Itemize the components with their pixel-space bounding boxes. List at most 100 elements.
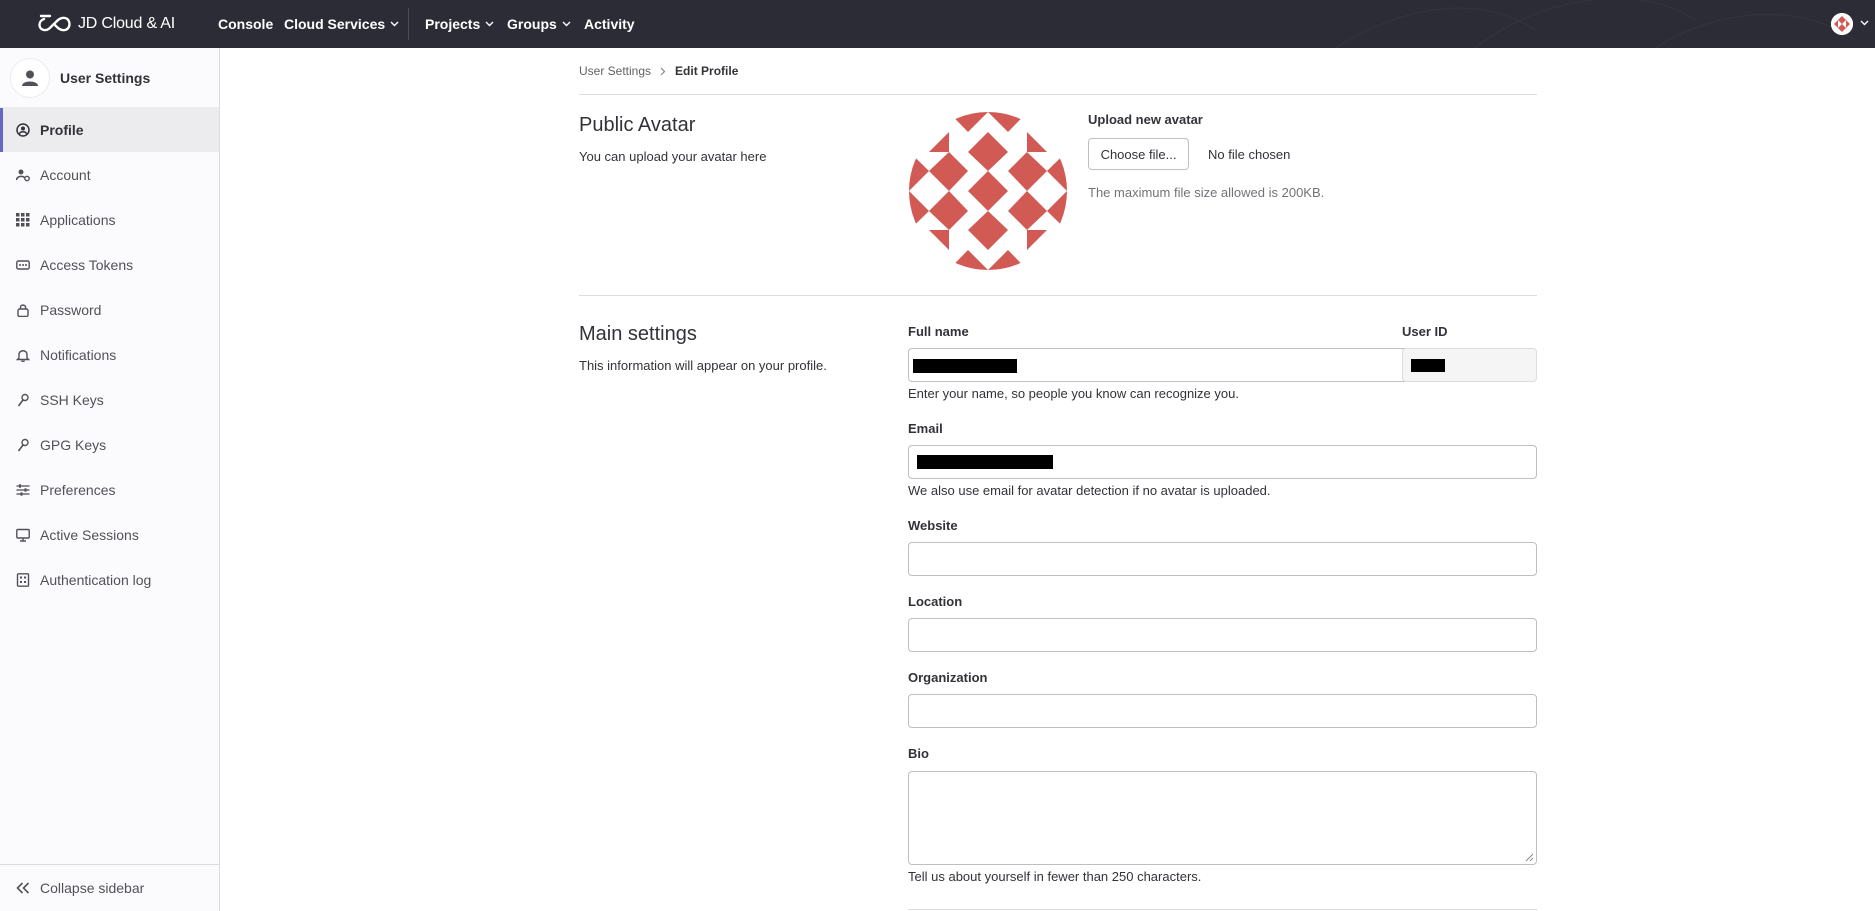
- user-avatar-menu[interactable]: [1831, 13, 1853, 35]
- organization-input[interactable]: [908, 694, 1537, 728]
- chevron-down-icon: [562, 21, 571, 27]
- redacted-value: [917, 455, 1053, 469]
- resize-handle-icon[interactable]: [1524, 852, 1534, 862]
- nav-cloud-services[interactable]: Cloud Services: [284, 0, 399, 48]
- choose-file-button[interactable]: Choose file...: [1088, 138, 1189, 170]
- key-icon: [16, 438, 30, 452]
- identicon-image: [909, 112, 1067, 270]
- sidebar-item-label: Access Tokens: [40, 257, 134, 273]
- sidebar-item-notifications[interactable]: Notifications: [0, 333, 219, 377]
- location-label: Location: [908, 594, 963, 609]
- sidebar-item-label: Notifications: [40, 347, 117, 363]
- nav-groups[interactable]: Groups: [507, 0, 571, 48]
- sliders-icon: [16, 483, 30, 497]
- collapse-sidebar-button[interactable]: Collapse sidebar: [0, 864, 219, 911]
- bio-label: Bio: [908, 746, 929, 761]
- email-input[interactable]: [908, 445, 1537, 479]
- sidebar-item-password[interactable]: Password: [0, 288, 219, 332]
- breadcrumb-parent[interactable]: User Settings: [579, 64, 651, 78]
- location-input[interactable]: [908, 618, 1537, 652]
- sidebar-item-label: Applications: [40, 212, 116, 228]
- token-icon: [16, 258, 30, 272]
- nav-groups-label: Groups: [507, 16, 557, 32]
- lock-icon: [16, 303, 30, 317]
- log-icon: [16, 573, 30, 587]
- nav-activity-label: Activity: [584, 16, 635, 32]
- user-id-field: [1402, 348, 1537, 382]
- bell-icon: [16, 348, 30, 362]
- user-id-label: User ID: [1402, 324, 1448, 339]
- sidebar-item-label: Active Sessions: [40, 527, 139, 543]
- sidebar-item-label: GPG Keys: [40, 437, 107, 453]
- brand-logo-icon: [38, 14, 71, 32]
- sidebar-item-active-sessions[interactable]: Active Sessions: [0, 513, 219, 557]
- chevron-down-icon: [1860, 20, 1869, 26]
- bio-help: Tell us about yourself in fewer than 250…: [908, 869, 1202, 884]
- sidebar-item-profile[interactable]: Profile: [0, 108, 219, 152]
- key-icon: [16, 393, 30, 407]
- top-navbar: JD Cloud & AI Console Cloud Services Pro…: [0, 0, 1875, 48]
- nav-cloud-services-label: Cloud Services: [284, 16, 386, 32]
- sidebar-title: User Settings: [60, 69, 151, 86]
- sidebar-item-label: SSH Keys: [40, 392, 104, 408]
- applications-icon: [16, 213, 30, 227]
- profile-icon: [16, 123, 30, 137]
- sidebar-item-label: Preferences: [40, 482, 116, 498]
- settings-sidebar: User Settings Profile Account Applicatio…: [0, 48, 220, 911]
- divider: [579, 295, 1537, 296]
- brand-logo[interactable]: JD Cloud & AI: [36, 10, 175, 38]
- background-pattern: [1334, 0, 1856, 48]
- brand-name: JD Cloud & AI: [78, 15, 176, 32]
- sidebar-item-gpg-keys[interactable]: GPG Keys: [0, 423, 219, 467]
- redacted-value: [913, 359, 1017, 373]
- chevron-down-icon: [390, 21, 399, 27]
- file-status: No file chosen: [1208, 147, 1291, 162]
- full-name-label: Full name: [908, 324, 969, 339]
- sidebar-item-label: Account: [40, 167, 91, 183]
- divider: [579, 94, 1537, 95]
- nav-projects-label: Projects: [425, 16, 481, 32]
- sidebar-item-ssh-keys[interactable]: SSH Keys: [0, 378, 219, 422]
- account-icon: [16, 168, 30, 182]
- sidebar-item-preferences[interactable]: Preferences: [0, 468, 219, 512]
- nav-activity[interactable]: Activity: [584, 0, 635, 48]
- main-settings-description: This information will appear on your pro…: [579, 358, 827, 373]
- sidebar-item-label: Password: [40, 302, 102, 318]
- sidebar-item-authentication-log[interactable]: Authentication log: [0, 558, 219, 602]
- full-name-input[interactable]: [908, 348, 1473, 382]
- nav-projects[interactable]: Projects: [425, 0, 494, 48]
- bio-textarea[interactable]: [908, 771, 1537, 865]
- chevron-right-icon: [660, 67, 666, 75]
- sidebar-item-label: Authentication log: [40, 572, 152, 588]
- user-icon-circle: [10, 57, 50, 98]
- nav-console-label: Console: [218, 16, 274, 32]
- divider: [908, 909, 1537, 910]
- breadcrumb: User Settings Edit Profile: [579, 64, 738, 78]
- email-label: Email: [908, 421, 943, 436]
- avatar-section-title: Public Avatar: [579, 114, 696, 136]
- monitor-icon: [16, 528, 30, 542]
- sidebar-item-label: Profile: [40, 122, 84, 138]
- nav-divider: [408, 8, 409, 40]
- redacted-value: [1411, 359, 1445, 372]
- chevron-down-icon: [485, 21, 494, 27]
- sidebar-header[interactable]: User Settings: [0, 48, 219, 108]
- avatar: [1831, 13, 1853, 35]
- sidebar-item-account[interactable]: Account: [0, 153, 219, 197]
- organization-label: Organization: [908, 670, 988, 685]
- max-file-size-note: The maximum file size allowed is 200KB.: [1088, 185, 1325, 200]
- main-content: User Settings Edit Profile Public Avatar…: [221, 48, 1875, 911]
- website-input[interactable]: [908, 542, 1537, 576]
- sidebar-item-applications[interactable]: Applications: [0, 198, 219, 242]
- user-icon: [22, 70, 38, 86]
- email-help: We also use email for avatar detection i…: [908, 483, 1271, 498]
- sidebar-item-access-tokens[interactable]: Access Tokens: [0, 243, 219, 287]
- full-name-help: Enter your name, so people you know can …: [908, 386, 1239, 401]
- website-label: Website: [908, 518, 958, 533]
- collapse-sidebar-label: Collapse sidebar: [40, 880, 145, 896]
- breadcrumb-current: Edit Profile: [675, 64, 739, 78]
- main-settings-title: Main settings: [579, 323, 697, 345]
- upload-avatar-label: Upload new avatar: [1088, 112, 1203, 127]
- avatar-preview: [909, 112, 1067, 270]
- nav-console[interactable]: Console: [218, 0, 273, 48]
